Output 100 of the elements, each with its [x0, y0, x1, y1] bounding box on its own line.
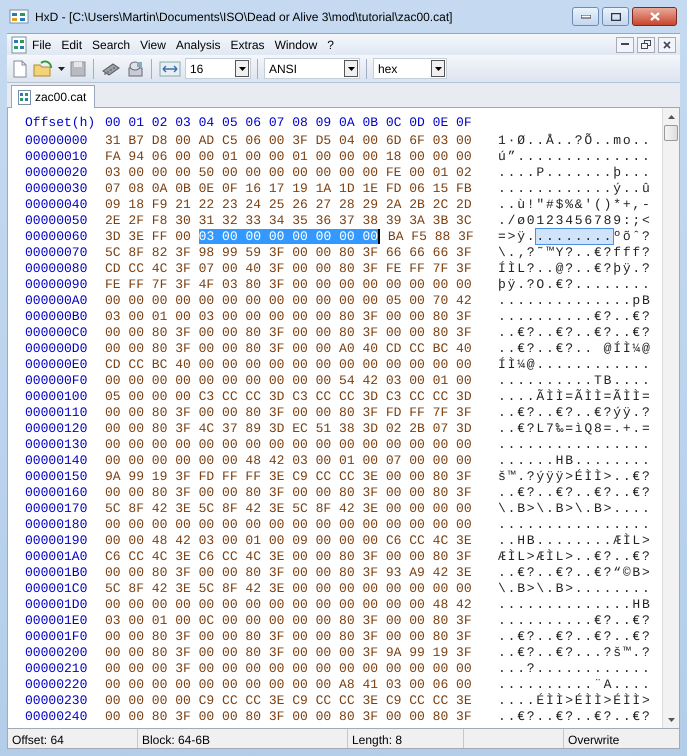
row-offset: 00000230	[25, 693, 88, 708]
text-chars: ..€?L7‰=ìQ8=.+.=	[498, 421, 652, 436]
minimize-icon	[580, 14, 590, 18]
bytes-per-row-button[interactable]	[158, 60, 182, 78]
text-chars: ..........TB....	[498, 373, 652, 388]
arrows-icon	[159, 60, 181, 76]
app-icon	[9, 9, 29, 24]
new-file-button[interactable]	[11, 58, 29, 78]
file-tab[interactable]: zac00.cat	[11, 85, 96, 108]
document-icon	[11, 36, 27, 54]
text-chars: \.‚?˜™Y?..€?fff?	[498, 245, 652, 260]
row-offset: 00000150	[25, 469, 88, 484]
document-icon	[18, 90, 31, 104]
row-offset: 00000060	[25, 229, 88, 244]
hex-bytes: 00 00 80 3F 00 00 80 3F 00 00 80 3F 00 00 80 3F	[105, 709, 472, 724]
text-chars: ....ÃÌÌ=ÃÌÌ=ÃÌÌ=	[498, 389, 652, 404]
hex-bytes: 00 00 48 42 03 00 01 00 09 00 00 00 C6 CC 4C 3E	[105, 533, 472, 548]
length-status: Length: 8	[348, 729, 464, 748]
text-chars: š™.?ýÿÿ>ÉÌÌ>..€?	[498, 469, 652, 484]
bytes-per-row-dropdown[interactable]: 16	[185, 58, 251, 79]
menu-item[interactable]: ?	[322, 34, 339, 56]
row-offset: 00000050	[25, 213, 88, 228]
text-chars: ÆÌL>ÆÌL>..€?..€?	[498, 549, 652, 564]
window-title: HxD - [C:\Users\Martin\Documents\ISO\Dead or Alive 3\mod\tutorial\zac00.cat]	[35, 8, 454, 26]
row-offset: 00000100	[25, 389, 88, 404]
tab-label: zac00.cat	[35, 89, 86, 106]
hex-bytes: 09 18 F9 21 22 23 24 25 26 27 28 29 2A 2B 2C 2D	[105, 197, 472, 212]
maximize-button[interactable]	[602, 7, 629, 26]
menu-item[interactable]: Extras	[226, 34, 270, 56]
menu-item[interactable]: View	[135, 34, 171, 56]
hex-bytes: 3D 3E FF 00	[105, 229, 191, 244]
restore-button[interactable]	[637, 36, 655, 52]
vertical-scrollbar[interactable]	[662, 108, 679, 728]
hex-bytes: 00 00 00 00 00 00 00 00 00 00 00 00 00 00 48 42	[105, 597, 472, 612]
charset-dropdown[interactable]: ANSI	[264, 58, 360, 79]
hex-bytes: 00 00 00 00 00 00 00 00 00 00 00 00 00 00 00 00	[105, 517, 472, 532]
column-header: 00 01 02 03 04 05 06 07 08 09 0A 0B 0C 0D 0E 0F	[105, 115, 472, 130]
minimize-button[interactable]	[572, 7, 599, 26]
text-chars: ..€?..€?..€?..€?	[498, 629, 652, 644]
text-chars: =>ÿ.	[498, 229, 536, 244]
text-chars: ..ù!"#$%&'()*+,-	[498, 197, 652, 212]
text-chars: ..€?..€?...?š™.?	[498, 645, 652, 660]
chip-icon	[101, 60, 121, 76]
menu-item[interactable]: Window	[270, 34, 322, 56]
text-chars: ...?............	[498, 661, 652, 676]
close-button[interactable]	[632, 7, 677, 26]
row-offset: 000001C0	[25, 581, 88, 596]
text-chars: ......HB........	[498, 453, 652, 468]
text-chars: ..€?..€?..€?..€?	[498, 485, 652, 500]
row-offset: 00000000	[25, 133, 88, 148]
text-chars: ....ÉÌÌ>ÉÌÌ>ÉÌÌ>	[498, 693, 652, 708]
row-offset: 00000090	[25, 277, 88, 292]
row-offset: 00000220	[25, 677, 88, 692]
hex-bytes: 00 00 80 3F 00 00 80 3F 00 00 80 3F 00 00 80 3F	[105, 485, 472, 500]
text-chars: ..€?..€?..€?“©B>	[498, 565, 652, 580]
text-chars: ÍÌ¼@............	[498, 357, 652, 372]
folder-icon	[33, 60, 53, 78]
hex-bytes: 05 00 00 00 C3 CC CC 3D C3 CC CC 3D C3 CC CC 3D	[105, 389, 472, 404]
open-menu-button[interactable]	[57, 66, 66, 72]
hex-bytes: 5C 8F 82 3F 98 99 59 3F 00 00 80 3F 66 66 66 3F	[105, 245, 472, 260]
row-offset: 000000B0	[25, 309, 88, 324]
text-chars: ..€?..€?..€?..€?	[498, 709, 652, 724]
menu-item[interactable]: Edit	[56, 34, 88, 56]
caret-icon	[58, 66, 65, 70]
hex-bytes: CD CC BC 40 00 00 00 00 00 00 00 00 00 00 00 00	[105, 357, 472, 372]
blank-page-icon	[12, 60, 28, 78]
close-button[interactable]	[658, 36, 676, 52]
row-offset: 00000160	[25, 485, 88, 500]
row-offset: 00000170	[25, 501, 88, 516]
disk-drive-icon	[126, 60, 144, 78]
row-offset: 000000D0	[25, 341, 88, 356]
row-offset: 000000F0	[25, 373, 88, 388]
menu-item[interactable]: Analysis	[170, 34, 226, 56]
hex-bytes: 00 00 00 00 00 00 00 00 00 00 54 42 03 00 01 00	[105, 373, 472, 388]
minimize-button[interactable]	[616, 36, 634, 52]
hex-bytes: 00 00 00 00 00 00 00 00 00 00 A8 41 03 00 06 00	[105, 677, 472, 692]
restore-icon	[641, 40, 651, 49]
menu-item[interactable]: File	[27, 34, 56, 56]
text-chars: ................	[498, 517, 652, 532]
block-status: Block: 64-6B	[138, 729, 348, 748]
row-offset: 00000040	[25, 197, 88, 212]
hex-bytes: 5C 8F 42 3E 5C 8F 42 3E 5C 8F 42 3E 00 00 00 00	[105, 501, 472, 516]
text-chars: ....P.......þ...	[498, 165, 652, 180]
text-chars: ..€?..€?..€?ýÿ.?	[498, 405, 652, 420]
hex-bytes: 31 B7 D8 00 AD C5 06 00 3F D5 04 00 6D 6F 03 00	[105, 133, 472, 148]
row-offset: 000000E0	[25, 357, 88, 372]
scrollbar-thumb[interactable]	[664, 125, 678, 141]
row-offset: 00000020	[25, 165, 88, 180]
row-offset: 00000130	[25, 437, 88, 452]
close-icon	[663, 40, 671, 48]
minimize-icon	[621, 43, 629, 46]
hex-bytes: C6 CC 4C 3E C6 CC 4C 3E 00 00 80 3F 00 00 80 3F	[105, 549, 472, 564]
hex-bytes: 00 00 00 00 00 00 00 00 00 00 00 00 00 00 00 00	[105, 437, 472, 452]
offset-base-dropdown[interactable]: hex	[373, 58, 447, 79]
hex-bytes: 00 00 80 3F 00 00 80 3F 00 00 A0 40 CD CC BC 40	[105, 341, 472, 356]
hex-bytes: 00 00 00 00 00 00 48 42 03 00 01 00 07 00 00 00	[105, 453, 472, 468]
text-chars: \.B>\.B>........	[498, 581, 652, 596]
menu-item[interactable]: Search	[87, 34, 136, 56]
hex-bytes: CD CC 4C 3F 07 00 40 3F 00 00 80 3F FE FF 7F 3F	[105, 261, 472, 276]
hex-bytes: FA 94 06 00 00 01 00 00 01 00 00 00 18 00 00 00	[105, 149, 472, 164]
